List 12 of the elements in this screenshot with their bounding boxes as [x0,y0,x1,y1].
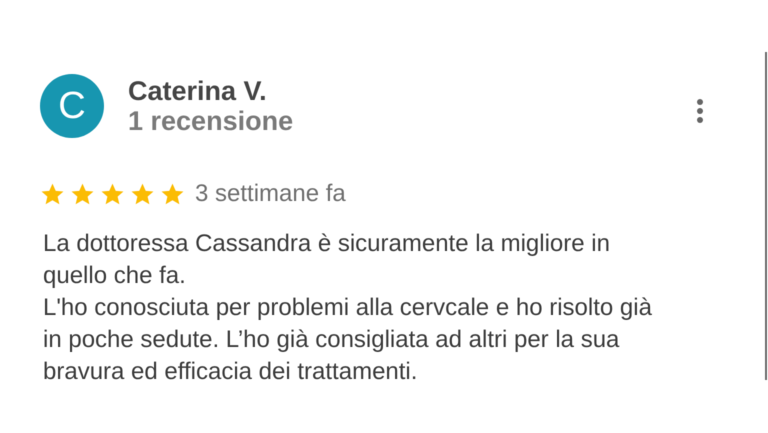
star-icon [70,182,95,206]
author-name: Caterina V. [128,76,268,106]
star-icon [160,182,185,206]
review-count: 1 recensione [128,106,294,136]
review-text: La dottoressa Cassandra è sicuramente la migliore in quello che fa. [43,229,611,291]
more-options-icon[interactable] [694,98,706,124]
review-date: 3 settimane fa [195,179,346,209]
review-text: L'ho conosciuta per problemi alla cervcale e ho risolto già in poche sedute. L’ho già consigliata ad altri per la sua bravura ed efficacia dei trattamenti. [43,293,653,387]
star-icon [130,182,155,206]
avatar: C [40,74,104,138]
star-icon [40,182,65,206]
star-icon [100,182,125,206]
